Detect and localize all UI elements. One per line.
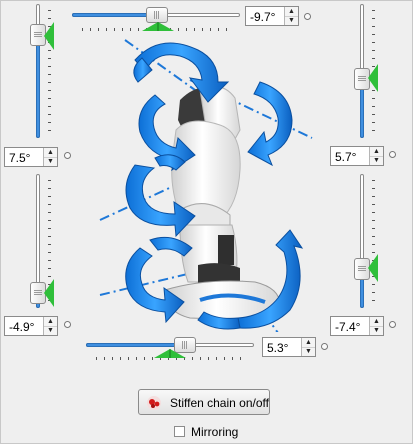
- spin-down-arrow-icon[interactable]: ▼: [44, 326, 57, 335]
- left-lower-green-marker: [44, 279, 54, 307]
- stiffen-chain-button[interactable]: Stiffen chain on/off: [138, 389, 270, 415]
- spinbox-value: -7.4°: [335, 320, 361, 334]
- left-upper-reset-icon[interactable]: [64, 152, 71, 159]
- spinbox-value: 5.7°: [335, 150, 357, 164]
- top-reset-icon[interactable]: [304, 13, 311, 20]
- spin-down-arrow-icon[interactable]: ▼: [44, 157, 57, 166]
- spinbox-value: 5.3°: [267, 341, 289, 355]
- right-upper-joint-spinbox[interactable]: 5.7° ▲ ▼: [330, 146, 384, 166]
- left-lower-reset-icon[interactable]: [64, 321, 71, 328]
- spinbox-value: 7.5°: [9, 151, 31, 165]
- mirroring-checkbox[interactable]: [174, 426, 185, 437]
- bottom-green-marker: [154, 349, 186, 358]
- right-upper-reset-icon[interactable]: [389, 151, 396, 158]
- slider-fill: [86, 343, 183, 347]
- spin-down-arrow-icon[interactable]: ▼: [302, 347, 315, 356]
- right-lower-reset-icon[interactable]: [389, 321, 396, 328]
- left-upper-joint-spinbox[interactable]: 7.5° ▲ ▼: [4, 147, 58, 167]
- bottom-joint-spinbox[interactable]: 5.3° ▲ ▼: [262, 337, 316, 357]
- right-lower-joint-spinbox[interactable]: -7.4° ▲ ▼: [330, 316, 384, 336]
- right-lower-green-marker: [368, 254, 378, 282]
- mirroring-label[interactable]: Mirroring: [191, 425, 238, 439]
- bottom-reset-icon[interactable]: [321, 343, 328, 350]
- stiffen-chain-label: Stiffen chain on/off: [170, 396, 269, 410]
- slider-fill: [72, 13, 156, 17]
- spin-down-arrow-icon[interactable]: ▼: [370, 326, 383, 335]
- robot-leg-illustration: [99, 39, 313, 332]
- right-lower-slider-ticks: [372, 180, 375, 304]
- left-upper-green-marker: [44, 22, 54, 50]
- left-lower-joint-spinbox[interactable]: -4.9° ▲ ▼: [4, 316, 58, 336]
- stiffness-icon: [147, 396, 161, 410]
- right-lower-joint-slider[interactable]: [354, 174, 370, 308]
- right-upper-green-marker: [368, 64, 378, 92]
- spin-down-arrow-icon[interactable]: ▼: [370, 156, 383, 165]
- spinbox-value: -4.9°: [9, 320, 35, 334]
